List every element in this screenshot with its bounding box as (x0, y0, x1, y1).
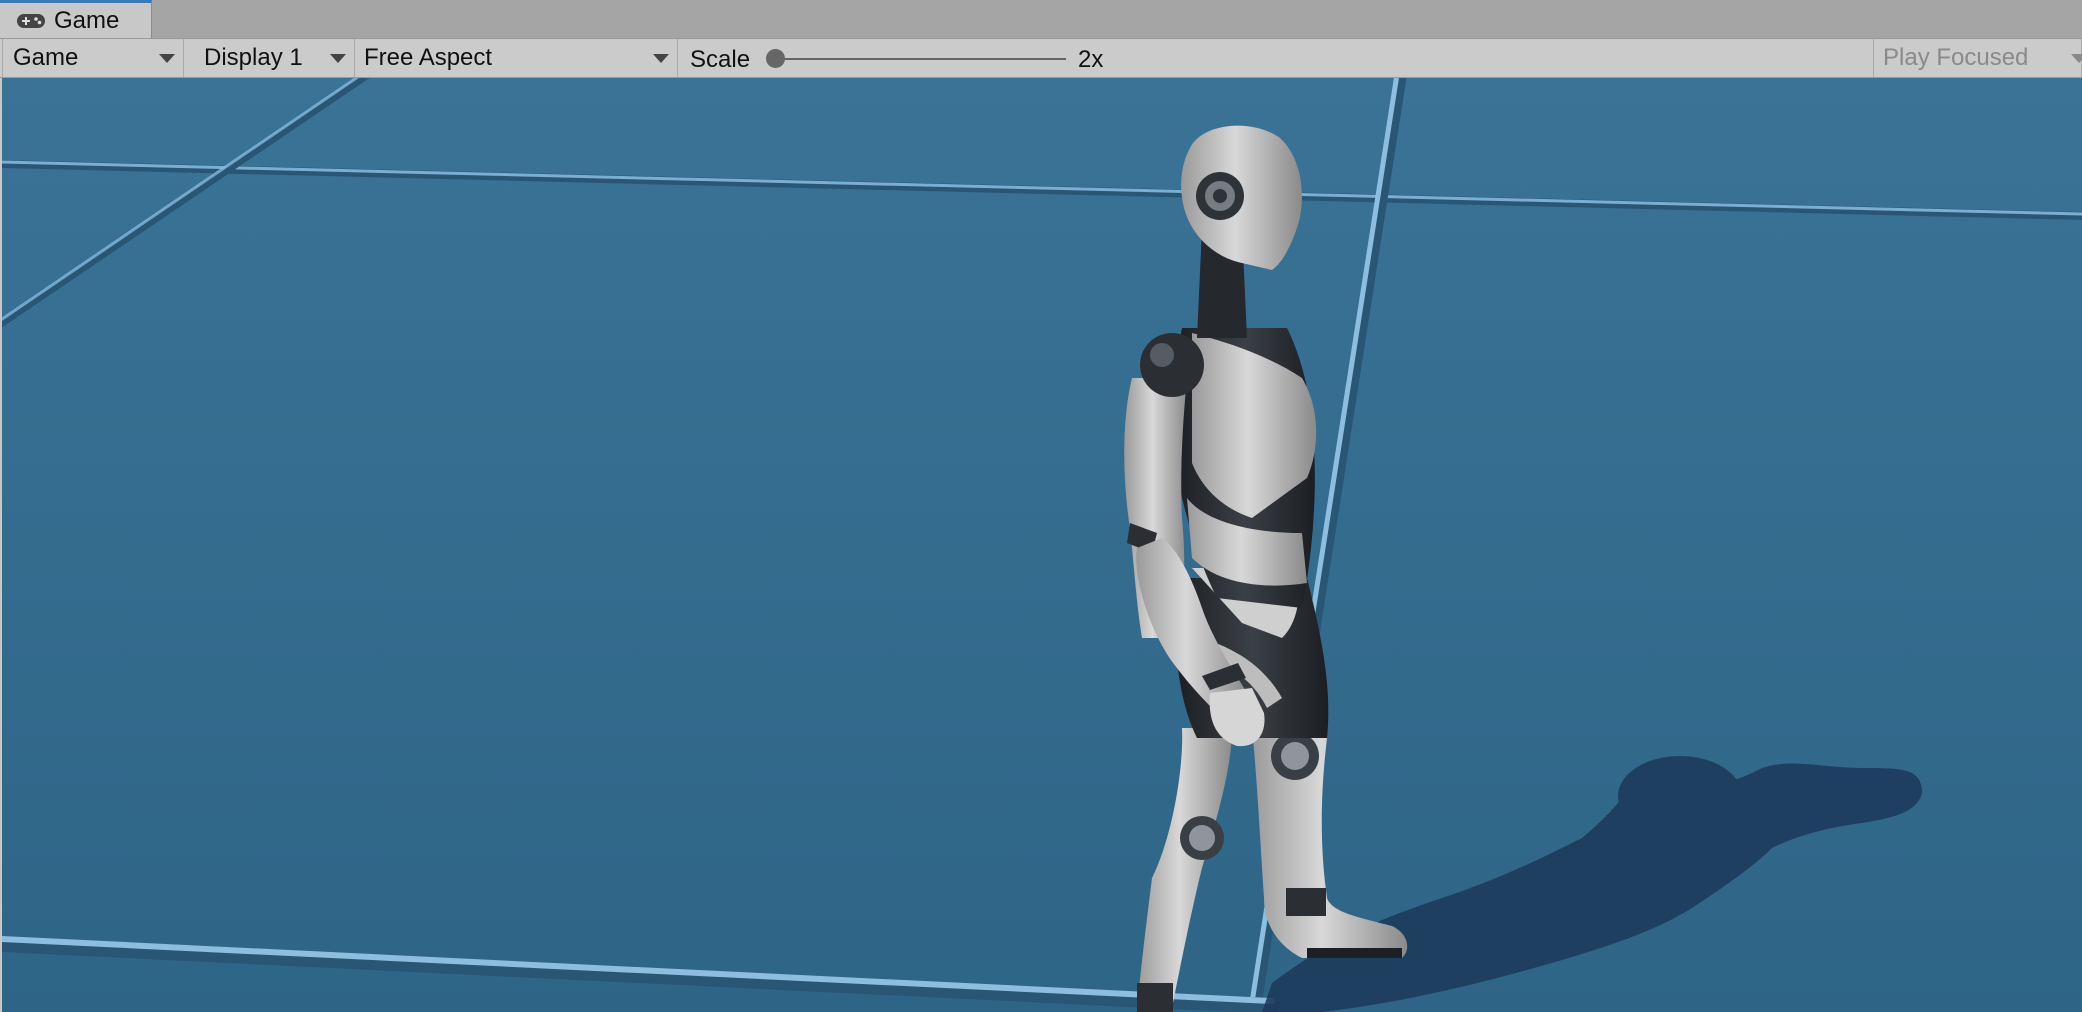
floor (2, 78, 2082, 1012)
dropdown-arrow-icon (330, 54, 346, 63)
dropdown-arrow-icon (159, 54, 175, 63)
scale-slider-thumb[interactable] (766, 49, 785, 68)
tab-game[interactable]: Game (0, 0, 152, 38)
scale-slider-track[interactable] (776, 58, 1066, 60)
game-scene (2, 78, 2082, 1012)
scale-label: Scale (690, 46, 751, 73)
play-mode-label: Play Focused (1883, 44, 2029, 71)
tab-label: Game (54, 6, 120, 34)
game-viewport[interactable] (2, 78, 2082, 1012)
display-label: Display 1 (204, 44, 303, 71)
game-view-toolbar: Game Display 1 Free Aspect Scale 2x Play… (0, 39, 2082, 78)
dropdown-arrow-icon (653, 54, 669, 63)
tab-strip: Game (0, 0, 2082, 39)
scale-value: 2x (1078, 46, 1104, 73)
aspect-label: Free Aspect (364, 44, 493, 71)
gamepad-icon (17, 13, 45, 28)
view-type-dropdown[interactable]: Game (2, 39, 184, 77)
view-type-label: Game (13, 44, 79, 71)
display-dropdown[interactable]: Display 1 (185, 39, 355, 77)
dropdown-arrow-icon (2071, 54, 2082, 63)
play-mode-dropdown[interactable]: Play Focused (1873, 39, 2082, 77)
aspect-ratio-dropdown[interactable]: Free Aspect (356, 39, 678, 77)
